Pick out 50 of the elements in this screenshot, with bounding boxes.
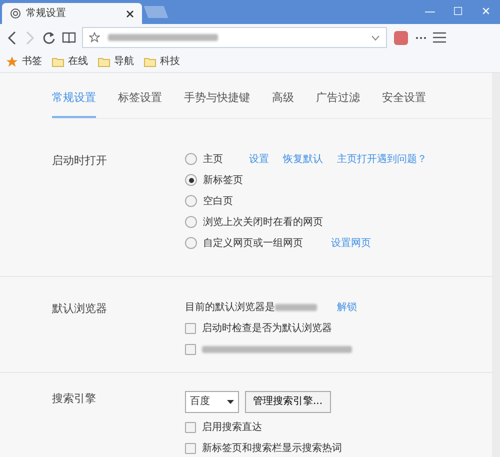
option-label: 新标签页 (203, 174, 243, 188)
option-label: 空白页 (203, 194, 233, 208)
new-tab-button[interactable] (144, 6, 168, 18)
checkbox[interactable] (185, 422, 196, 432)
option-label: 新标签页和搜索栏显示搜索热词 (202, 442, 342, 456)
settings-tab[interactable]: 手势与快捷键 (184, 90, 250, 118)
checkbox[interactable] (185, 322, 196, 334)
radio-button[interactable] (185, 195, 197, 207)
bookmark-folder[interactable]: 在线 (52, 54, 88, 69)
option-label: 启动时检查是否为默认浏览器 (202, 322, 332, 336)
option-label: 主页 (203, 152, 223, 166)
engine-select[interactable]: 百度 (185, 390, 239, 412)
radio-button[interactable] (185, 174, 197, 186)
book-icon[interactable] (62, 31, 76, 44)
browser-tab[interactable]: 常规设置 (2, 3, 142, 24)
radio-button[interactable] (185, 153, 197, 165)
section-title: 启动时打开 (52, 152, 108, 168)
folder-icon (144, 56, 156, 66)
info-text: 目前的默认浏览器是 (185, 300, 275, 314)
gear-icon (10, 8, 21, 19)
radio-button[interactable] (185, 237, 197, 249)
bookmark-folder[interactable]: 导航 (98, 54, 134, 69)
star-icon (6, 56, 18, 68)
section-title: 搜索引擎 (52, 390, 97, 406)
bookmark-folder[interactable]: 科技 (144, 54, 180, 69)
section-title: 默认浏览器 (52, 300, 108, 316)
back-icon[interactable] (6, 30, 18, 44)
manage-button[interactable]: 管理搜索引擎... (245, 390, 331, 412)
settings-tab[interactable]: 标签设置 (118, 90, 162, 118)
settings-tab[interactable]: 广告过滤 (316, 90, 360, 118)
avatar-icon[interactable] (393, 30, 409, 46)
checkbox[interactable] (185, 344, 196, 354)
menu-icon[interactable] (433, 32, 446, 43)
refresh-icon[interactable] (42, 30, 56, 44)
checkbox[interactable] (185, 442, 196, 454)
more-icon[interactable] (415, 36, 427, 40)
option-label: 启用搜索直达 (202, 420, 262, 434)
settings-tab[interactable]: 高级 (272, 90, 294, 118)
option-label: 浏览上次关闭时在看的网页 (203, 216, 323, 230)
star-icon[interactable] (89, 32, 100, 43)
folder-icon (98, 56, 110, 66)
caret-icon (227, 400, 234, 404)
settings-tab[interactable]: 安全设置 (382, 90, 426, 118)
radio-button[interactable] (185, 216, 197, 228)
folder-icon (52, 56, 64, 66)
option-label: 自定义网页或一组网页 (203, 236, 303, 250)
dropdown-icon[interactable] (371, 34, 380, 40)
close-icon[interactable] (126, 10, 134, 18)
forward-icon[interactable] (24, 30, 36, 44)
bookmarks-button[interactable]: 书签 (6, 54, 42, 69)
